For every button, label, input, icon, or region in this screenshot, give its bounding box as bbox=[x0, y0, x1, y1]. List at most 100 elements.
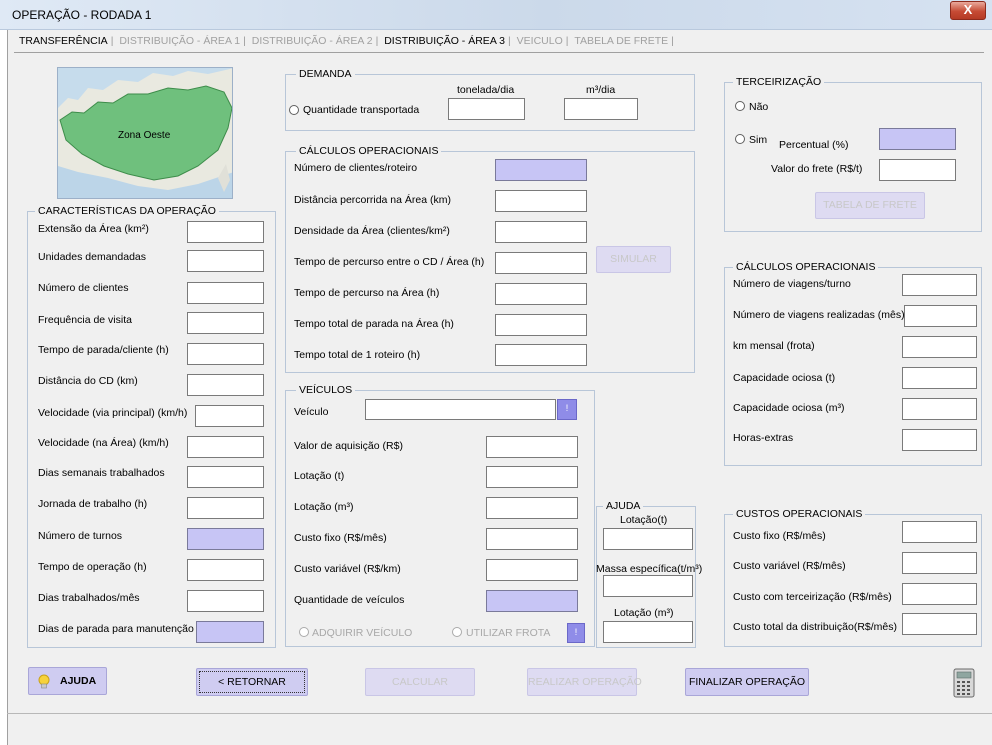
window-title: OPERAÇÃO - RODADA 1 bbox=[12, 8, 152, 22]
label-tempo-operacao: Tempo de operação (h) bbox=[38, 561, 147, 573]
input-custo-fixo-veiculo[interactable] bbox=[486, 528, 578, 550]
input-custo-fixo[interactable] bbox=[902, 521, 977, 543]
input-dias-parada-manutencao[interactable] bbox=[196, 621, 264, 643]
label-km-mensal: km mensal (frota) bbox=[733, 340, 815, 352]
input-tonelada-dia[interactable] bbox=[448, 98, 525, 120]
calculator-button[interactable] bbox=[953, 668, 975, 698]
input-tempo-parada-cliente[interactable] bbox=[187, 343, 264, 365]
input-jornada-trabalho[interactable] bbox=[187, 497, 264, 519]
input-tempo-total-parada[interactable] bbox=[495, 314, 587, 336]
input-valor-aquisicao[interactable] bbox=[486, 436, 578, 458]
input-horas-extras[interactable] bbox=[902, 429, 977, 451]
tab-distribuicao-area-1[interactable]: DISTRIBUIÇÃO - ÁREA 1 bbox=[116, 35, 243, 47]
input-quantidade-veiculos[interactable] bbox=[486, 590, 578, 612]
input-distancia-percorrida[interactable] bbox=[495, 190, 587, 212]
label-clientes-roteiro: Número de clientes/roteiro bbox=[294, 162, 418, 174]
finalizar-operacao-button[interactable]: FINALIZAR OPERAÇÃO bbox=[685, 668, 809, 696]
input-velocidade-area[interactable] bbox=[187, 436, 264, 458]
label-dias-trabalhados-mes: Dias trabalhados/mês bbox=[38, 592, 140, 604]
input-massa-especifica[interactable] bbox=[603, 575, 693, 597]
input-custo-variavel[interactable] bbox=[902, 552, 977, 574]
input-ajuda-lotacao-m3[interactable] bbox=[603, 621, 693, 643]
tab-transferencia[interactable]: TRANSFERÊNCIA bbox=[16, 35, 111, 47]
radio-quantidade-transportada[interactable] bbox=[289, 105, 299, 115]
input-tempo-operacao[interactable] bbox=[187, 559, 264, 581]
retornar-button[interactable]: < RETORNAR bbox=[196, 668, 308, 696]
input-unidades-demandadas[interactable] bbox=[187, 250, 264, 272]
tab-veiculo[interactable]: VEICULO bbox=[514, 35, 566, 47]
label-adquirir-veiculo: ADQUIRIR VEÍCULO bbox=[312, 627, 413, 639]
radio-terceirizacao-nao[interactable] bbox=[735, 101, 745, 111]
realizar-operacao-button[interactable]: REALIZAR OPERAÇÃO bbox=[527, 668, 642, 696]
label-custo-terceirizacao: Custo com terceirização (R$/mês) bbox=[733, 591, 892, 603]
label-custo-fixo-veiculo: Custo fixo (R$/mês) bbox=[294, 532, 387, 544]
label-viagens-turno: Número de viagens/turno bbox=[733, 278, 851, 290]
veiculo-select[interactable] bbox=[365, 399, 556, 420]
label-dias-parada-manutencao: Dias de parada para manutenção bbox=[38, 623, 194, 635]
input-lotacao-t[interactable] bbox=[486, 466, 578, 488]
map-label: Zona Oeste bbox=[118, 130, 171, 141]
input-frequencia-visita[interactable] bbox=[187, 312, 264, 334]
ajuda-button[interactable]: AJUDA bbox=[28, 667, 107, 695]
demanda-title: DEMANDA bbox=[296, 68, 355, 80]
area-map: Zona Oeste bbox=[57, 67, 233, 199]
input-percentual[interactable] bbox=[879, 128, 956, 150]
input-dias-semanais[interactable] bbox=[187, 466, 264, 488]
input-numero-clientes[interactable] bbox=[187, 282, 264, 304]
label-tempo-percurso-area: Tempo de percurso na Área (h) bbox=[294, 287, 440, 299]
title-bar: OPERAÇÃO - RODADA 1 X bbox=[0, 0, 992, 30]
input-valor-frete[interactable] bbox=[879, 159, 956, 181]
calculator-icon bbox=[953, 668, 975, 698]
tab-distribuicao-area-2[interactable]: DISTRIBUIÇÃO - ÁREA 2 bbox=[249, 35, 376, 47]
tabela-frete-button[interactable]: TABELA DE FRETE bbox=[815, 192, 925, 219]
radio-utilizar-frota[interactable] bbox=[452, 627, 462, 637]
input-tempo-percurso-area[interactable] bbox=[495, 283, 587, 305]
simular-button[interactable]: SIMULAR bbox=[596, 246, 671, 273]
radio-terceirizacao-sim[interactable] bbox=[735, 134, 745, 144]
label-distancia-cd: Distância do CD (km) bbox=[38, 375, 138, 387]
input-custo-variavel-veiculo[interactable] bbox=[486, 559, 578, 581]
input-ajuda-lotacao-t[interactable] bbox=[603, 528, 693, 550]
label-capacidade-ociosa-t: Capacidade ociosa (t) bbox=[733, 372, 836, 384]
label-custo-fixo: Custo fixo (R$/mês) bbox=[733, 530, 826, 542]
frota-button[interactable]: ! bbox=[567, 623, 585, 643]
input-lotacao-m3[interactable] bbox=[486, 497, 578, 519]
input-custo-terceirizacao[interactable] bbox=[902, 583, 977, 605]
close-button[interactable]: X bbox=[950, 1, 986, 20]
input-capacidade-ociosa-m3[interactable] bbox=[902, 398, 977, 420]
label-ajuda-lotacao-t: Lotação(t) bbox=[620, 514, 668, 526]
input-capacidade-ociosa-t[interactable] bbox=[902, 367, 977, 389]
input-velocidade-via-principal[interactable] bbox=[195, 405, 264, 427]
radio-adquirir-veiculo[interactable] bbox=[299, 627, 309, 637]
input-custo-total[interactable] bbox=[902, 613, 977, 635]
label-lotacao-m3: Lotação (m³) bbox=[294, 501, 354, 513]
label-horas-extras: Horas-extras bbox=[733, 432, 794, 444]
input-dias-trabalhados-mes[interactable] bbox=[187, 590, 264, 612]
input-km-mensal[interactable] bbox=[902, 336, 977, 358]
label-viagens-realizadas: Número de viagens realizadas (mês) bbox=[733, 309, 905, 321]
input-clientes-roteiro[interactable] bbox=[495, 159, 587, 181]
tab-distribuicao-area-3[interactable]: DISTRIBUIÇÃO - ÁREA 3 bbox=[381, 35, 508, 47]
calcular-button[interactable]: CALCULAR bbox=[365, 668, 475, 696]
label-custo-total: Custo total da distribuição(R$/mês) bbox=[733, 621, 897, 633]
label-lotacao-t: Lotação (t) bbox=[294, 470, 345, 482]
tab-tabela-de-frete[interactable]: TABELA DE FRETE bbox=[571, 35, 671, 47]
input-distancia-cd[interactable] bbox=[187, 374, 264, 396]
input-m3-dia[interactable] bbox=[564, 98, 638, 120]
input-viagens-realizadas[interactable] bbox=[904, 305, 977, 327]
demanda-col-tonelada: tonelada/dia bbox=[457, 84, 515, 96]
input-viagens-turno[interactable] bbox=[902, 274, 977, 296]
label-tempo-parada-cliente: Tempo de parada/cliente (h) bbox=[38, 344, 169, 356]
input-tempo-total-roteiro[interactable] bbox=[495, 344, 587, 366]
input-numero-turnos[interactable] bbox=[187, 528, 264, 550]
veiculos-title: VEÍCULOS bbox=[296, 384, 356, 396]
label-terceirizacao-sim: Sim bbox=[749, 134, 768, 146]
label-velocidade-area: Velocidade (na Área) (km/h) bbox=[38, 437, 169, 449]
input-extensao-area[interactable] bbox=[187, 221, 264, 243]
label-dias-semanais: Dias semanais trabalhados bbox=[38, 467, 165, 479]
veiculo-dropdown-button[interactable]: ! bbox=[557, 399, 577, 420]
label-numero-clientes: Número de clientes bbox=[38, 282, 129, 294]
input-densidade-area[interactable] bbox=[495, 221, 587, 243]
input-tempo-percurso-cd[interactable] bbox=[495, 252, 587, 274]
status-divider bbox=[7, 713, 992, 714]
